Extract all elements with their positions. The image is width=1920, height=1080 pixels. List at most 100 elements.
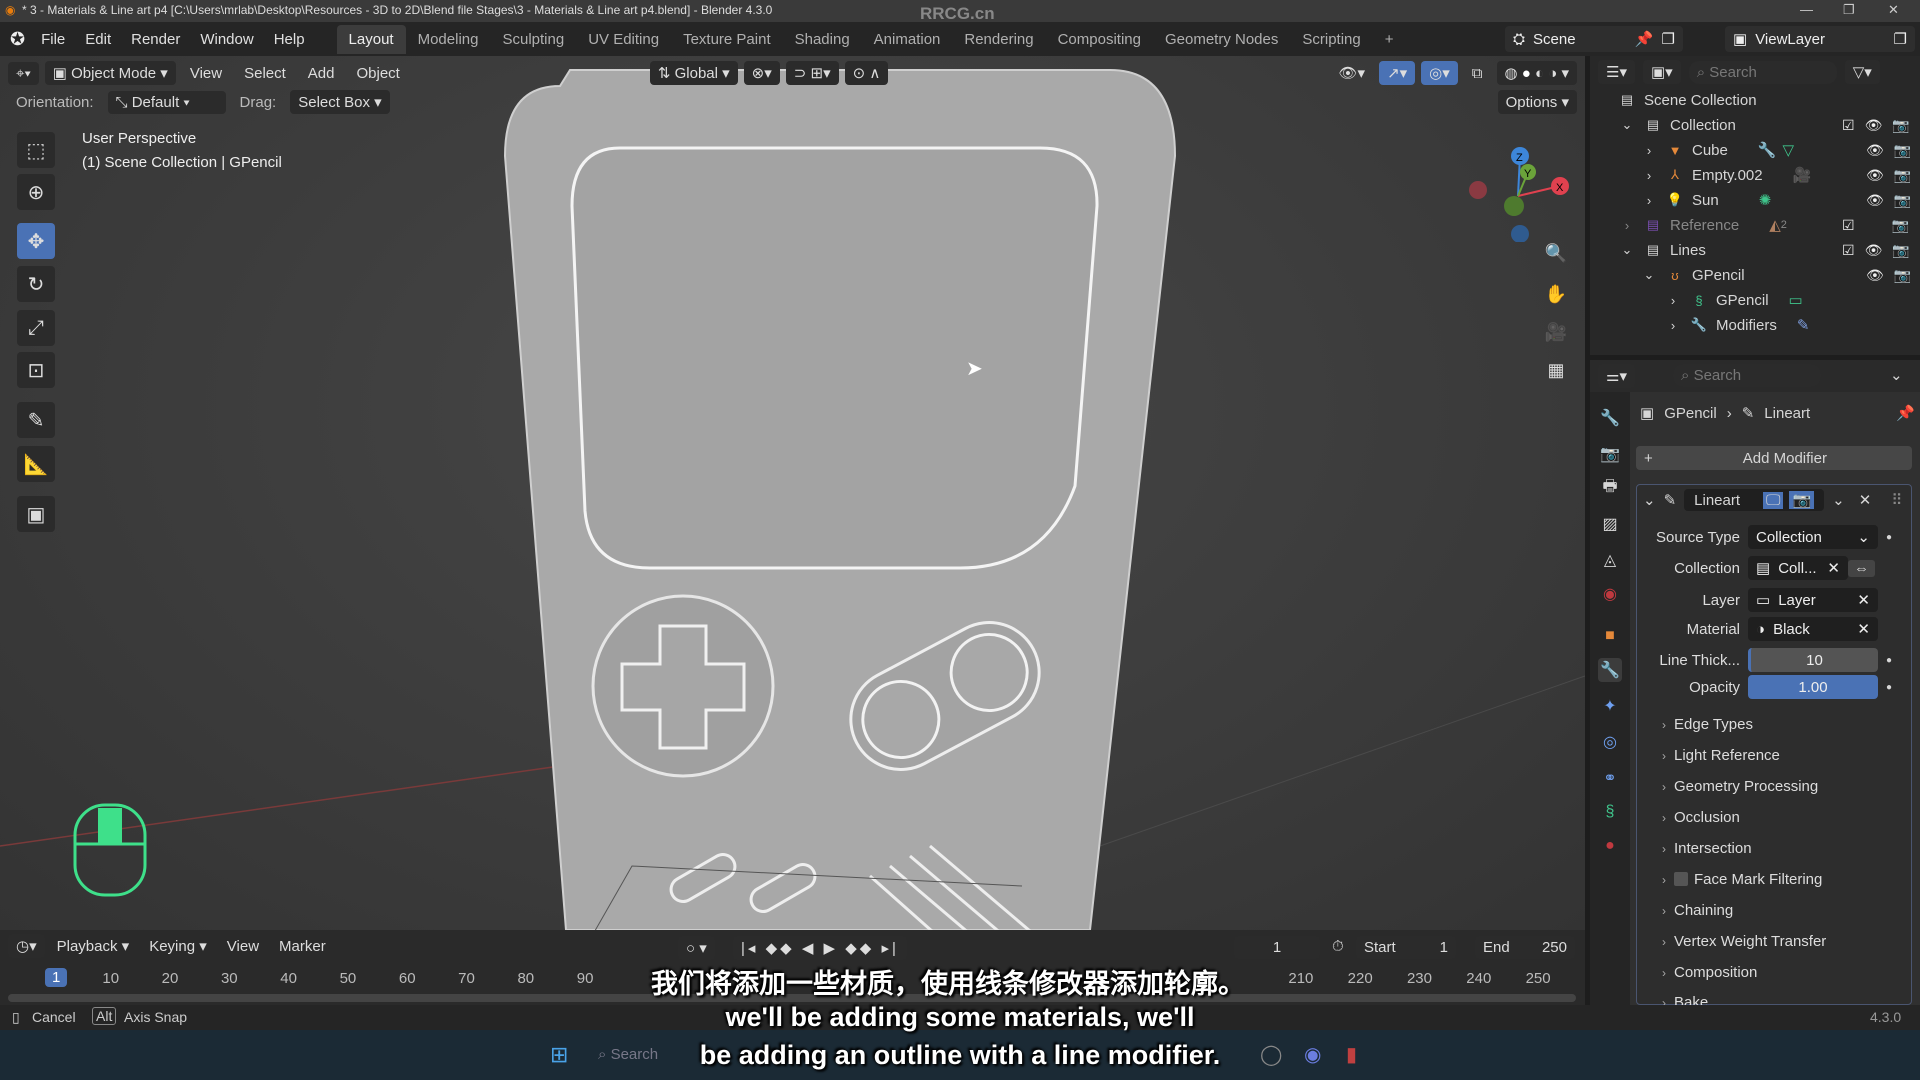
pin-icon[interactable]: 📌	[1635, 30, 1654, 48]
tab-constraints[interactable]: ⚭	[1598, 766, 1622, 790]
chevron-right-icon[interactable]: ›	[1664, 317, 1682, 333]
subpanel-light-reference[interactable]: › Light Reference	[1662, 747, 1780, 764]
mode-dropdown[interactable]: ▣ Object Mode ▾	[44, 61, 176, 85]
add-cube-tool[interactable]: ▣	[17, 496, 55, 532]
material-field[interactable]: ◑ Black ✕	[1748, 617, 1878, 641]
collection-visibility[interactable]: ☑ 👁 📷	[1842, 117, 1910, 134]
editor-type-button[interactable]: ◷▾	[8, 934, 45, 958]
tab-animation[interactable]: Animation	[862, 25, 953, 54]
subpanel-face-mark-filtering[interactable]: › Face Mark Filtering	[1662, 871, 1822, 888]
tab-render[interactable]: 📷	[1598, 442, 1622, 466]
modifier-name-field[interactable]: Lineart 🖵 📷	[1684, 489, 1825, 511]
tab-world[interactable]: ◉	[1598, 582, 1622, 606]
filter-dropdown[interactable]: ▽▾	[1844, 60, 1880, 84]
subpanel-vertex-weight-transfer[interactable]: › Vertex Weight Transfer	[1662, 933, 1826, 950]
swap-icon[interactable]: ⇔	[1848, 559, 1875, 577]
overlay-toggle[interactable]: ◎▾	[1421, 61, 1458, 85]
mesh-data-icon[interactable]: ▽	[1783, 141, 1795, 159]
tab-layout[interactable]: Layout	[336, 24, 406, 54]
tab-view-layer[interactable]: ▨	[1598, 512, 1622, 536]
xray-toggle[interactable]: ⧉	[1464, 62, 1491, 85]
subpanel-geometry-processing[interactable]: › Geometry Processing	[1662, 778, 1818, 795]
clear-icon[interactable]: ✕	[1857, 591, 1870, 609]
chevron-down-icon[interactable]: ⌄	[1890, 366, 1903, 384]
cursor-tool[interactable]: ⊕	[17, 174, 55, 210]
menu-render[interactable]: Render	[121, 31, 190, 48]
transform-tool[interactable]: ⊡	[17, 352, 55, 388]
playback-controls[interactable]: |◂ ◆◆ ◀ ▶ ◆◆ ▸|	[733, 936, 907, 960]
tab-compositing[interactable]: Compositing	[1046, 25, 1153, 54]
gizmo-toggle[interactable]: ↗▾	[1379, 61, 1416, 85]
camera-view-button[interactable]: 🎥	[1540, 316, 1572, 348]
editor-type-button[interactable]: ⌖▾	[8, 61, 39, 85]
view-layer-selector[interactable]: ▣ ViewLayer ❐	[1725, 26, 1915, 52]
camera-constraint-icon[interactable]: 🎥	[1793, 166, 1812, 184]
tab-modifiers[interactable]: 🔧	[1598, 658, 1622, 682]
blender-menu-icon[interactable]: ✪	[10, 29, 25, 50]
drag-handle-icon[interactable]: ⠿	[1891, 491, 1902, 509]
pivot-point-dropdown[interactable]: ⊗▾	[743, 61, 780, 85]
keyframe-dot-icon[interactable]: ●	[1886, 682, 1892, 693]
outliner-search-input[interactable]: ⌕ Search	[1688, 60, 1837, 84]
outliner-item-modifiers[interactable]: › 🔧 Modifiers ✎	[1664, 313, 1920, 337]
display-mode-dropdown[interactable]: ☰▾	[1598, 60, 1635, 84]
lines-visibility[interactable]: ☑ 👁 📷	[1842, 242, 1910, 259]
reference-visibility[interactable]: ☑ 📷	[1842, 217, 1909, 234]
minimize-button[interactable]: —	[1800, 2, 1813, 17]
tab-modeling[interactable]: Modeling	[406, 25, 491, 54]
clear-icon[interactable]: ✕	[1857, 620, 1870, 638]
tab-uv-editing[interactable]: UV Editing	[576, 25, 671, 54]
keyframe-dot-icon[interactable]: ●	[1886, 532, 1892, 543]
chevron-right-icon[interactable]: ›	[1618, 217, 1636, 233]
outliner-item-gpencil-data[interactable]: › § GPencil ▭	[1664, 288, 1920, 312]
current-frame-field[interactable]: 1	[1234, 936, 1320, 959]
transform-orientation-dropdown[interactable]: ⇅ Global ▾	[649, 61, 738, 85]
face-mark-checkbox[interactable]	[1674, 872, 1688, 886]
tab-object[interactable]: ■	[1598, 624, 1622, 648]
subpanel-edge-types[interactable]: › Edge Types	[1662, 716, 1753, 733]
chevron-right-icon[interactable]: ›	[1640, 192, 1658, 208]
navigation-gizmo[interactable]: Z X Y	[1460, 132, 1580, 242]
scene-selector[interactable]: ⛭ Scene 📌 ❐	[1505, 26, 1683, 52]
tab-tool[interactable]: 🔧	[1598, 406, 1622, 430]
tab-sculpting[interactable]: Sculpting	[490, 25, 576, 54]
subpanel-intersection[interactable]: › Intersection	[1662, 840, 1752, 857]
opacity-slider[interactable]: 1.00	[1748, 675, 1878, 699]
tab-material[interactable]: ●	[1598, 834, 1622, 858]
render-toggle[interactable]: 📷	[1789, 491, 1815, 509]
end-frame-field[interactable]: End 250	[1475, 936, 1575, 959]
pin-icon[interactable]: 📌	[1896, 404, 1915, 422]
tab-rendering[interactable]: Rendering	[952, 25, 1045, 54]
gpencil-visibility[interactable]: 👁 📷	[1866, 267, 1911, 284]
tab-scripting[interactable]: Scripting	[1290, 25, 1372, 54]
properties-search-input[interactable]: ⌕ Search	[1673, 364, 1821, 387]
scale-tool[interactable]: ⤢	[17, 310, 55, 346]
chevron-right-icon[interactable]: ›	[1640, 142, 1658, 158]
menu-window[interactable]: Window	[190, 31, 263, 48]
outliner-item-scene-collection[interactable]: ▤ Scene Collection	[1618, 88, 1920, 112]
tab-output[interactable]: 🖶	[1598, 476, 1622, 500]
breadcrumb-modifier[interactable]: Lineart	[1764, 405, 1810, 422]
3d-viewport[interactable]: ⌖▾ ▣ Object Mode ▾ View Select Add Objec…	[0, 56, 1585, 930]
menu-edit[interactable]: Edit	[75, 31, 121, 48]
dropdown-chevron-icon[interactable]: ⌄	[1832, 491, 1845, 509]
visibility-dropdown[interactable]: 👁▾	[1330, 61, 1373, 85]
menu-view[interactable]: View	[182, 62, 230, 85]
collapse-chevron-icon[interactable]: ⌄	[1643, 491, 1656, 509]
chevron-down-icon[interactable]: ⌄	[1618, 117, 1636, 133]
modifier-wrench-icon[interactable]: 🔧	[1758, 141, 1777, 159]
options-dropdown[interactable]: Options ▾	[1497, 90, 1577, 114]
cube-visibility[interactable]: 👁 📷	[1866, 142, 1911, 159]
clear-icon[interactable]: ✕	[1827, 559, 1840, 577]
maximize-button[interactable]: ❐	[1843, 2, 1855, 18]
zoom-view-button[interactable]: 🔍	[1540, 237, 1572, 269]
tab-texture-paint[interactable]: Texture Paint	[671, 25, 783, 54]
start-frame-field[interactable]: Start 1	[1356, 936, 1456, 959]
stopwatch-icon[interactable]: ⏱	[1332, 938, 1344, 955]
rotate-tool[interactable]: ↻	[17, 266, 55, 302]
tab-shading[interactable]: Shading	[783, 25, 862, 54]
chevron-right-icon[interactable]: ›	[1640, 167, 1658, 183]
editor-type-button[interactable]: ⚌▾	[1598, 364, 1635, 388]
line-thickness-slider[interactable]: 10	[1748, 648, 1878, 672]
select-box-tool[interactable]: ⬚	[17, 132, 55, 168]
